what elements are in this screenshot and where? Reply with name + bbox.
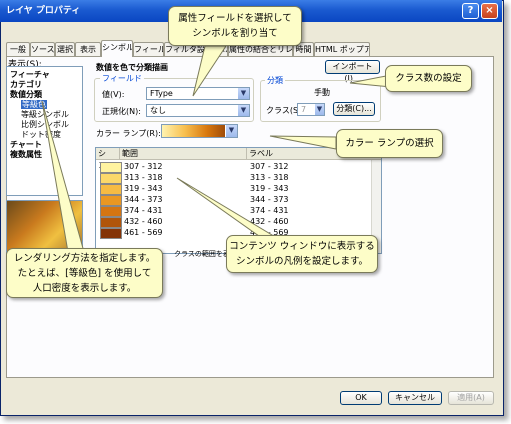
callout-line: 属性フィールドを選択して xyxy=(178,13,292,24)
callout-line: たとえば、[等級色] を使用して xyxy=(17,268,152,279)
callout-contents-legend: コンテンツ ウィンドウに表示する シンボルの凡例を設定します。 xyxy=(226,235,378,273)
contents-callout-pointer xyxy=(176,177,284,242)
callout-line: シンボルを割り当て xyxy=(192,28,278,39)
top-callout-pointer xyxy=(192,45,227,97)
callout-rendering-method: レンダリング方法を指定します。 たとえば、[等級色] を使用して 人口密度を表示… xyxy=(6,248,163,298)
callout-line: シンボルの凡例を設定します。 xyxy=(235,256,369,267)
callout-field-symbol: 属性フィールドを選択して シンボルを割り当て xyxy=(168,6,302,46)
callout-line: 人口密度を表示します。 xyxy=(32,283,137,294)
callout-line: コンテンツ ウィンドウに表示する xyxy=(229,241,375,252)
render-callout-pointer xyxy=(41,100,85,253)
tab-symbology[interactable]: シンボル xyxy=(101,40,133,57)
callout-color-ramp: カラー ランプの選択 xyxy=(336,129,443,158)
ramp-callout-pointer xyxy=(269,135,337,150)
callout-pointers xyxy=(41,45,392,253)
callout-line: レンダリング方法を指定します。 xyxy=(13,253,156,264)
callout-classes: クラス数の設定 xyxy=(385,65,472,92)
